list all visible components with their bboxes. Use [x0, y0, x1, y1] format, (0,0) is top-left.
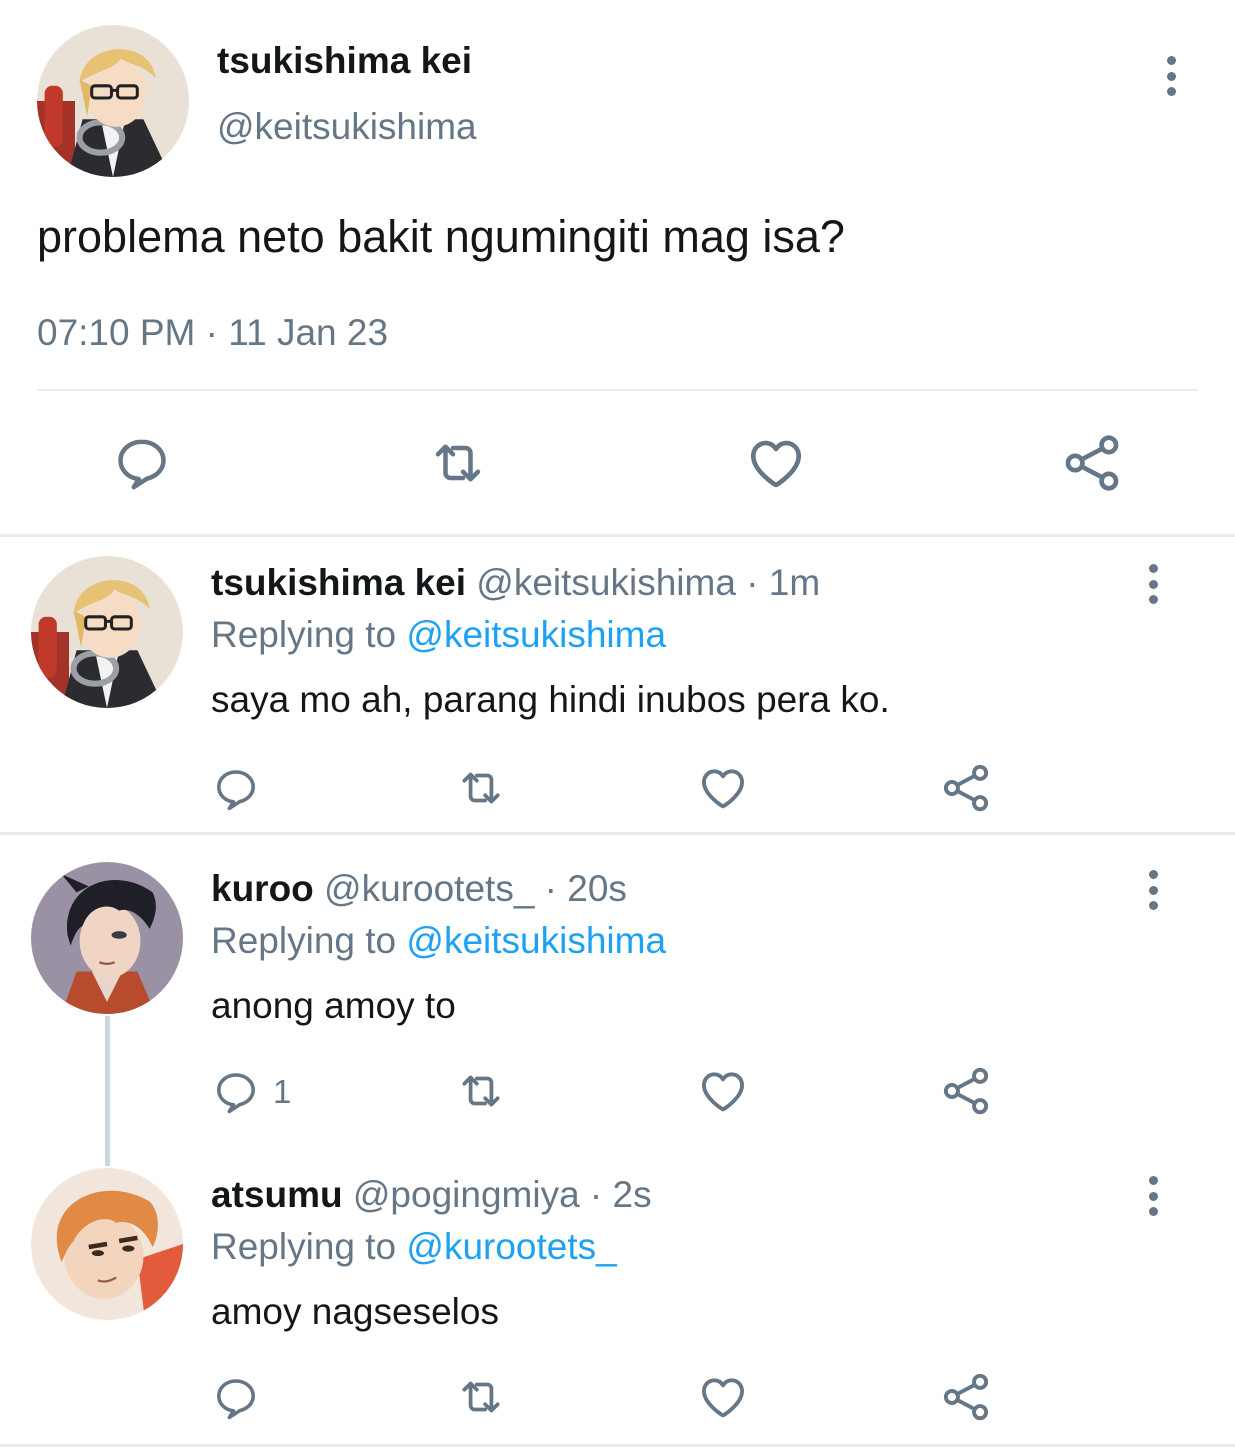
- retweet-button[interactable]: [426, 433, 490, 493]
- main-author-name[interactable]: tsukishima kei: [217, 38, 472, 84]
- reply-count: 1: [273, 1073, 292, 1110]
- avatar-tsukishima-icon: [37, 25, 189, 177]
- more-options-icon[interactable]: [1156, 54, 1186, 98]
- share-icon: [940, 762, 992, 814]
- replying-to: Replying to @kurootets_: [211, 1224, 617, 1270]
- retweet-button[interactable]: [454, 1372, 508, 1422]
- reply-button[interactable]: [211, 765, 273, 813]
- reply-button[interactable]: [211, 1374, 273, 1422]
- avatar-kuroo-icon: [31, 862, 183, 1014]
- reply-author-meta: @pogingmiya · 2s: [342, 1174, 652, 1215]
- like-button[interactable]: [696, 762, 750, 814]
- reply-avatar[interactable]: [31, 556, 183, 708]
- main-author-handle[interactable]: @keitsukishima: [217, 104, 477, 150]
- avatar-tsukishima-icon: [31, 556, 183, 708]
- replying-to-link[interactable]: @keitsukishima: [406, 614, 666, 655]
- reply-icon: [211, 1374, 261, 1422]
- main-tweet: tsukishima kei @keitsukishima problema n…: [0, 0, 1235, 536]
- share-button[interactable]: [940, 1371, 992, 1423]
- share-button[interactable]: [940, 762, 992, 814]
- share-button[interactable]: [940, 1065, 992, 1117]
- replying-to-link[interactable]: @keitsukishima: [406, 920, 666, 961]
- reply-text: amoy nagseselos: [211, 1291, 499, 1332]
- retweet-icon: [426, 433, 490, 493]
- retweet-icon: [454, 763, 508, 813]
- replying-to: Replying to @keitsukishima: [211, 612, 666, 658]
- reply-header: kuroo @kurootets_ · 20s: [211, 866, 627, 912]
- like-icon: [744, 432, 808, 494]
- reply-author-meta: @keitsukishima · 1m: [466, 562, 821, 603]
- replying-prefix: Replying to: [211, 920, 407, 961]
- reply-icon: [211, 765, 261, 813]
- reply-icon: [211, 1068, 261, 1116]
- thread-connector: [105, 1016, 110, 1166]
- reply-button[interactable]: [112, 433, 172, 493]
- replying-prefix: Replying to: [211, 1226, 407, 1267]
- like-icon: [696, 1065, 750, 1117]
- reply-author-name[interactable]: tsukishima kei: [211, 562, 466, 603]
- avatar-atsumu-icon: [31, 1168, 183, 1320]
- main-avatar[interactable]: [37, 25, 189, 177]
- retweet-button[interactable]: [454, 763, 508, 813]
- retweet-button[interactable]: [454, 1066, 508, 1116]
- more-options-icon[interactable]: [1138, 1174, 1168, 1218]
- more-options-icon[interactable]: [1138, 562, 1168, 606]
- reply-icon: [112, 433, 172, 493]
- share-icon: [1060, 432, 1124, 494]
- main-tweet-timestamp: 07:10 PM · 11 Jan 23: [37, 312, 389, 353]
- separator: [0, 534, 1235, 537]
- main-tweet-text: problema neto bakit ngumingiti mag isa?: [37, 211, 845, 262]
- like-button[interactable]: [744, 432, 808, 494]
- like-button[interactable]: [696, 1371, 750, 1423]
- reply-author-name[interactable]: atsumu: [211, 1174, 343, 1215]
- reply-text: anong amoy to: [211, 985, 456, 1026]
- like-icon: [696, 1371, 750, 1423]
- separator: [0, 1444, 1235, 1447]
- reply-author-name[interactable]: kuroo: [211, 868, 314, 909]
- more-options-icon[interactable]: [1138, 868, 1168, 912]
- retweet-icon: [454, 1372, 508, 1422]
- reply-header: tsukishima kei @keitsukishima · 1m: [211, 560, 820, 606]
- reply-button[interactable]: 1: [211, 1068, 291, 1116]
- reply-author-meta: @kurootets_ · 20s: [313, 868, 627, 909]
- share-icon: [940, 1371, 992, 1423]
- reply-avatar[interactable]: [31, 1168, 183, 1320]
- separator: [0, 832, 1235, 835]
- share-button[interactable]: [1060, 432, 1124, 494]
- replying-to: Replying to @keitsukishima: [211, 918, 666, 964]
- reply-header: atsumu @pogingmiya · 2s: [211, 1172, 652, 1218]
- reply-avatar[interactable]: [31, 862, 183, 1014]
- retweet-icon: [454, 1066, 508, 1116]
- reply-text: saya mo ah, parang hindi inubos pera ko.: [211, 679, 890, 720]
- share-icon: [940, 1065, 992, 1117]
- like-icon: [696, 762, 750, 814]
- divider: [37, 389, 1198, 391]
- replying-prefix: Replying to: [211, 614, 407, 655]
- like-button[interactable]: [696, 1065, 750, 1117]
- replying-to-link[interactable]: @kurootets_: [406, 1226, 616, 1267]
